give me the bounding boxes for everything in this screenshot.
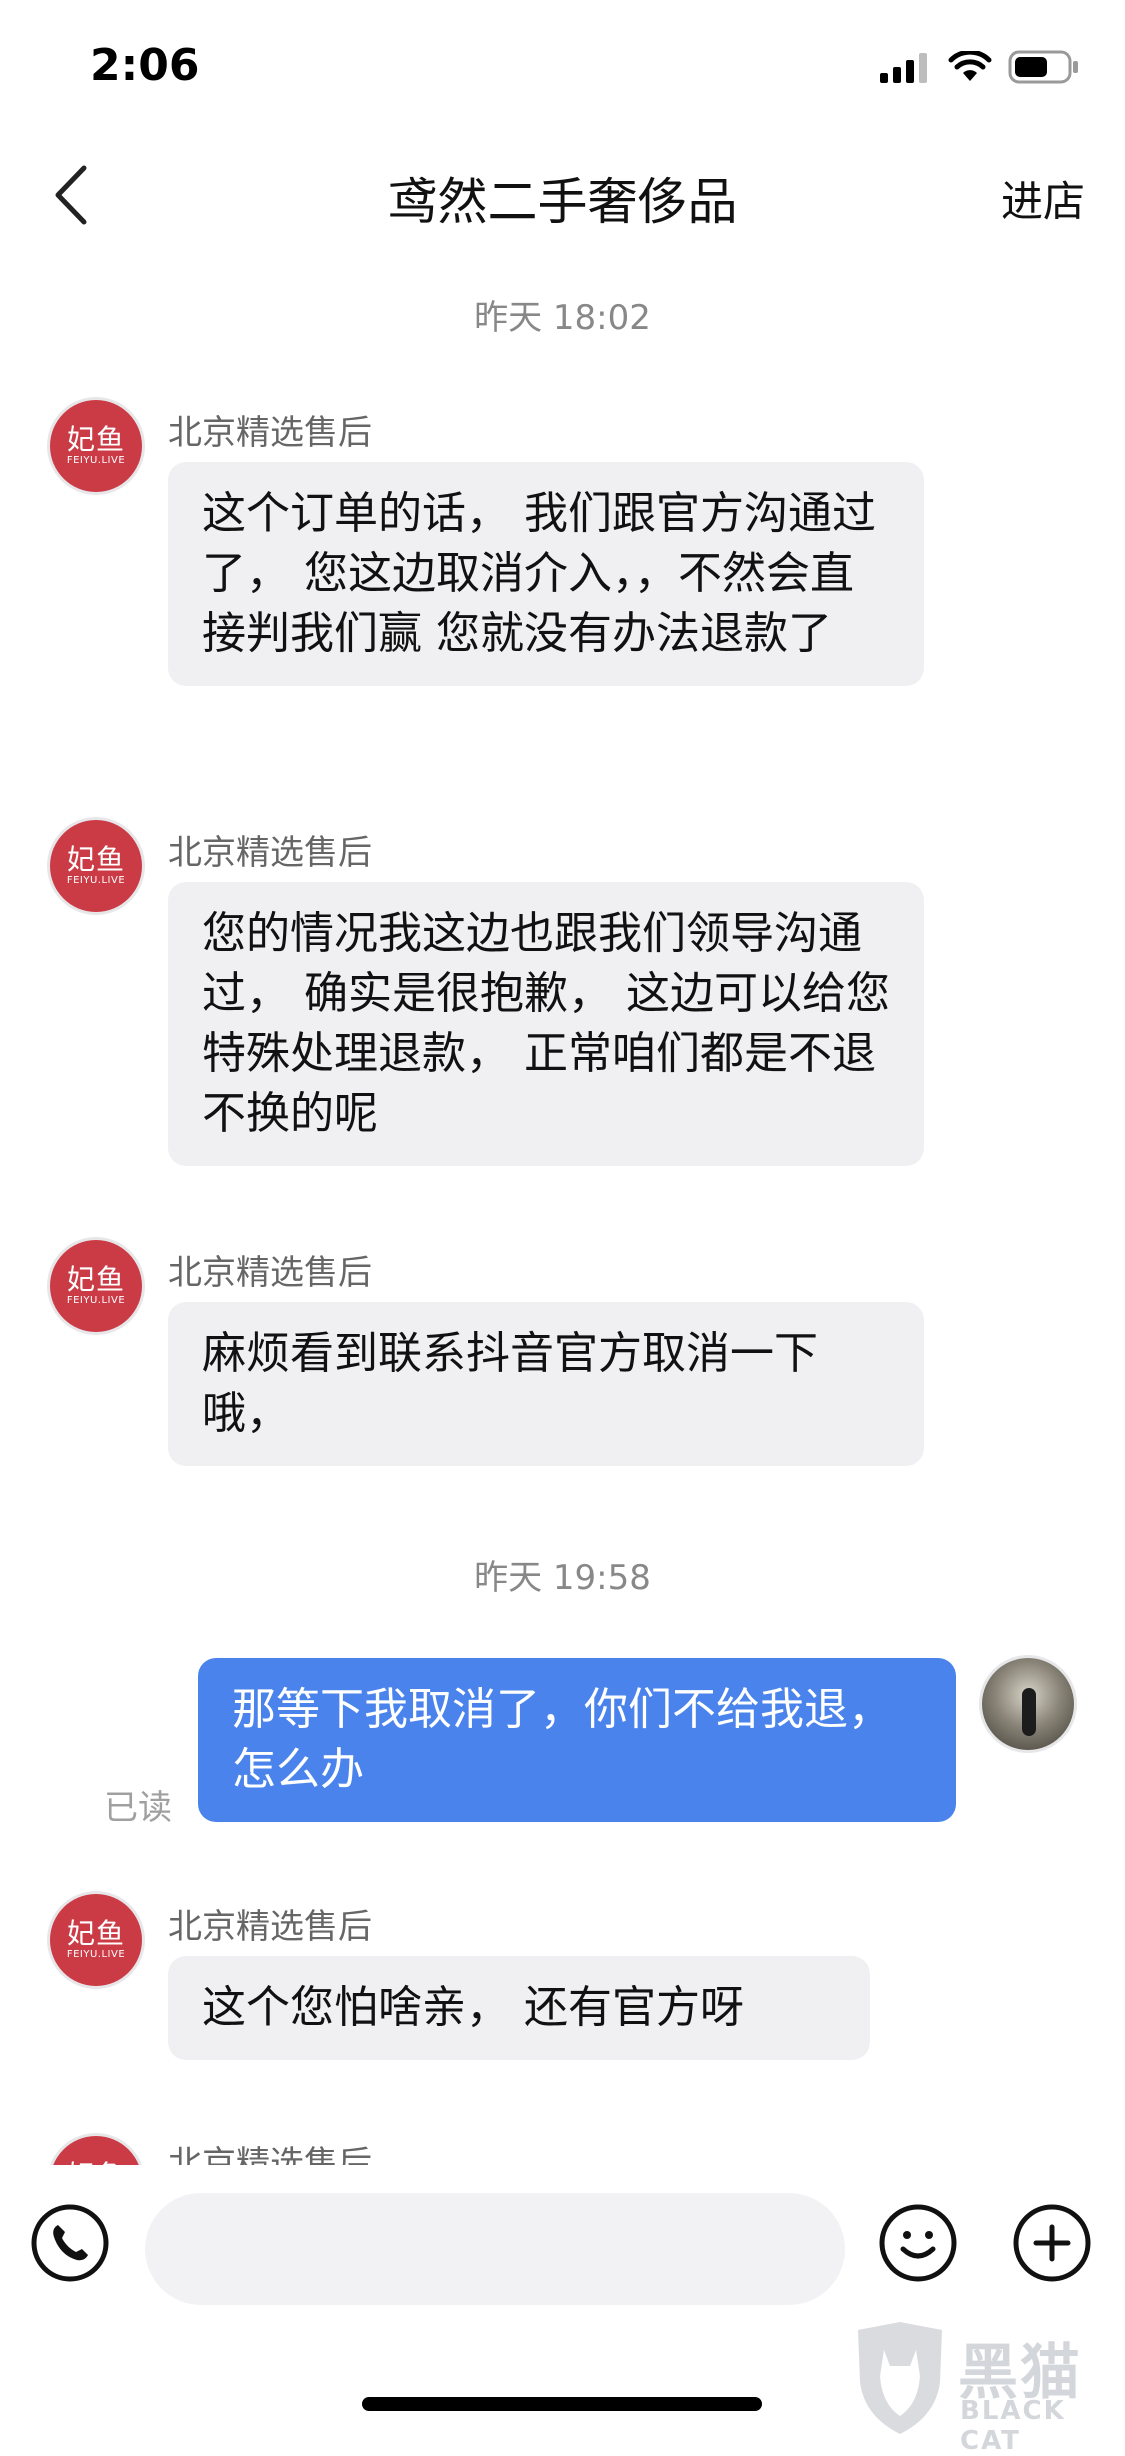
sender-name: 北京精选售后: [168, 1907, 372, 1947]
battery-icon: [1008, 50, 1078, 84]
status-icons: [880, 50, 1080, 84]
avatar[interactable]: 妃鱼 FEIYU.LIVE: [50, 1240, 142, 1332]
message-bubble[interactable]: 您的情况我这边也跟我们领导沟通过， 确实是很抱歉， 这边可以给您特殊处理退款， …: [168, 882, 924, 1166]
avatar-logo-text: 妃鱼: [66, 423, 125, 456]
avatar-logo-text: 妃鱼: [66, 1917, 125, 1950]
self-avatar[interactable]: [982, 1658, 1074, 1750]
avatar-logo-subtext: FEIYU.LIVE: [66, 455, 126, 466]
watermark-subtext: BLACK CAT: [960, 2396, 1066, 2456]
sender-name: 北京精选售后: [168, 2144, 372, 2165]
status-time: 2:06: [90, 40, 200, 91]
watermark: 黑猫 BLACK CAT: [850, 2320, 1120, 2456]
plus-button[interactable]: [1012, 2203, 1092, 2283]
avatar[interactable]: 妃鱼 FEIYU.LIVE: [50, 820, 142, 912]
message-bubble[interactable]: 麻烦看到联系抖音官方取消一下哦，: [168, 1302, 924, 1466]
timestamp: 昨天 19:58: [474, 1558, 651, 1598]
avatar[interactable]: 妃鱼 FEIYU.LIVE: [50, 1894, 142, 1986]
message-bubble[interactable]: 这个您怕啥亲， 还有官方呀: [168, 1956, 870, 2060]
home-indicator: [362, 2397, 762, 2411]
avatar-logo-text: 妃鱼: [66, 1263, 125, 1296]
message-input[interactable]: [145, 2193, 845, 2305]
avatar[interactable]: 妃鱼 FEIYU.LIVE: [50, 400, 142, 492]
status-bar: 2:06: [0, 0, 1125, 130]
page-title: 鸢然二手奢侈品: [387, 173, 738, 231]
cat-shield-logo-icon: [858, 2322, 942, 2434]
avatar-logo-text: 妃鱼: [66, 843, 125, 876]
sender-name: 北京精选售后: [168, 833, 372, 873]
my-message-bubble[interactable]: 那等下我取消了，你们不给我退，怎么办: [198, 1658, 956, 1822]
call-button[interactable]: [30, 2203, 110, 2283]
chat-area[interactable]: 昨天 18:02 妃鱼 FEIYU.LIVE 北京精选售后 这个订单的话， 我们…: [0, 260, 1125, 2165]
phone-icon: [31, 2204, 109, 2282]
wifi-icon: [948, 51, 992, 81]
read-receipt: 已读: [104, 1788, 172, 1828]
timestamp: 昨天 18:02: [474, 298, 651, 338]
plus-icon: [1013, 2204, 1091, 2282]
sender-name: 北京精选售后: [168, 1253, 372, 1293]
message-bubble[interactable]: 这个订单的话， 我们跟官方沟通过了， 您这边取消介入，，不然会直接判我们赢 您就…: [168, 462, 924, 686]
cellular-signal-icon: [880, 53, 927, 83]
enter-store-button[interactable]: 进店: [1001, 168, 1085, 229]
avatar-figure: [1022, 1688, 1036, 1736]
nav-bar: 鸢然二手奢侈品 进店: [0, 130, 1125, 260]
avatar-logo-subtext: FEIYU.LIVE: [66, 1949, 126, 1960]
emoji-button[interactable]: [878, 2203, 958, 2283]
sender-name: 北京精选售后: [168, 413, 372, 453]
emoji-icon: [879, 2204, 957, 2282]
avatar-logo-subtext: FEIYU.LIVE: [66, 1295, 126, 1306]
avatar[interactable]: 妃鱼 FEIYU.LIVE: [50, 2136, 142, 2165]
avatar-logo-subtext: FEIYU.LIVE: [66, 875, 126, 886]
input-bar: [0, 2165, 1125, 2315]
